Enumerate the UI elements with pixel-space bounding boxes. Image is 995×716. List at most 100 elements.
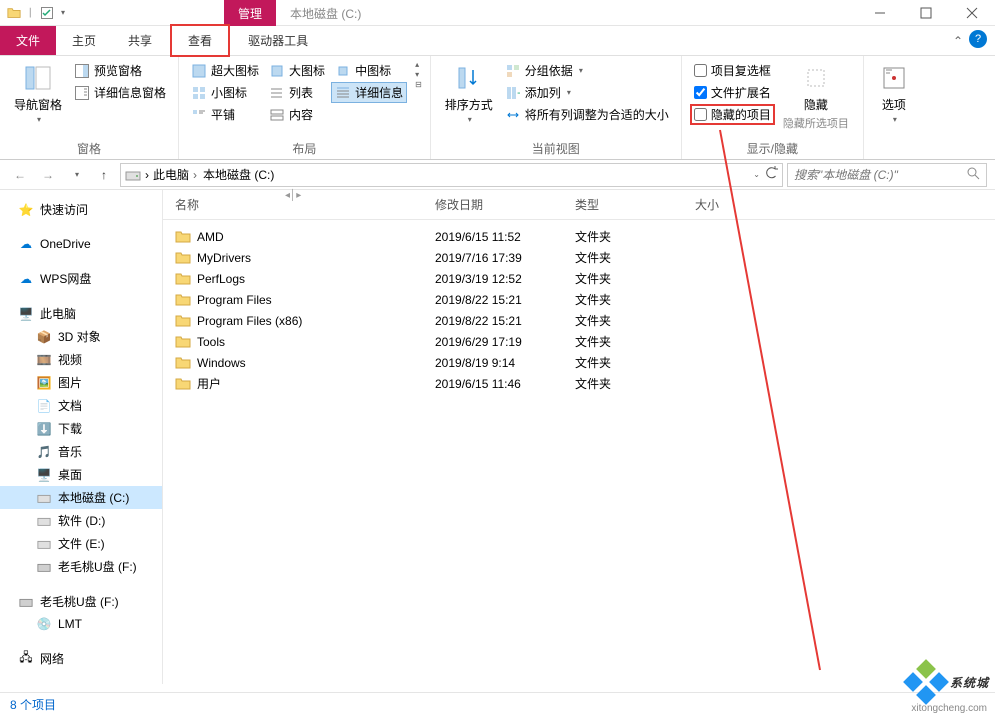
tab-file[interactable]: 文件 (0, 26, 56, 55)
item-checkboxes-toggle[interactable]: 项目复选框 (690, 60, 775, 81)
nav-3d-objects[interactable]: 📦3D 对象 (0, 325, 162, 348)
scroll-up-icon[interactable]: ▴ (415, 60, 422, 69)
nav-drive-c[interactable]: 本地磁盘 (C:) (0, 486, 162, 509)
search-input[interactable] (794, 168, 966, 182)
table-row[interactable]: Tools2019/6/29 17:19文件夹 (163, 331, 995, 352)
group-by-button[interactable]: 分组依据▾ (501, 60, 673, 81)
col-header-size[interactable]: 大小 (695, 196, 983, 213)
documents-icon: 📄 (36, 398, 52, 414)
checkbox-icon[interactable] (39, 5, 55, 21)
layout-details[interactable]: 详细信息 (331, 82, 407, 103)
breadcrumb-pc[interactable]: 此电脑› (153, 166, 199, 183)
table-row[interactable]: 用户2019/6/15 11:46文件夹 (163, 373, 995, 394)
qat-customize-icon[interactable]: ▾ (61, 8, 65, 17)
nav-network[interactable]: 🖧网络 (0, 647, 162, 670)
maximize-button[interactable] (903, 0, 949, 26)
sort-by-button[interactable]: 排序方式 ▾ (439, 60, 499, 126)
forward-button[interactable]: → (36, 163, 60, 187)
file-extensions-toggle[interactable]: 文件扩展名 (690, 82, 775, 103)
help-button[interactable]: ? (969, 30, 987, 48)
up-button[interactable]: ↑ (92, 163, 116, 187)
collapse-ribbon-icon[interactable]: ⌃ (953, 34, 963, 48)
nav-lmt[interactable]: 💿LMT (0, 613, 162, 635)
expand-icon[interactable]: ⊟ (415, 80, 422, 89)
nav-downloads[interactable]: ⬇️下载 (0, 417, 162, 440)
search-icon[interactable] (966, 166, 980, 183)
address-dropdown-icon[interactable]: ⌄ (753, 170, 760, 179)
size-columns-button[interactable]: 将所有列调整为合适的大小 (501, 104, 673, 125)
table-row[interactable]: PerfLogs2019/3/19 12:52文件夹 (163, 268, 995, 289)
nav-onedrive[interactable]: ☁OneDrive (0, 233, 162, 255)
nav-drive-f[interactable]: 老毛桃U盘 (F:) (0, 555, 162, 578)
search-box[interactable] (787, 163, 987, 187)
resize-icon (505, 107, 521, 123)
table-row[interactable]: Program Files2019/8/22 15:21文件夹 (163, 289, 995, 310)
content-icon (269, 107, 285, 123)
close-button[interactable] (949, 0, 995, 26)
layout-xl-icons[interactable]: 超大图标 (187, 60, 263, 81)
col-header-date[interactable]: 修改日期 (435, 196, 575, 213)
hide-selected-button[interactable]: 隐藏 隐藏所选项目 (777, 60, 855, 133)
chevron-down-icon[interactable]: │ (28, 8, 33, 17)
splitter-handle-icon[interactable]: ◂│▸ (285, 190, 301, 201)
table-row[interactable]: Program Files (x86)2019/8/22 15:21文件夹 (163, 310, 995, 331)
tab-view[interactable]: 查看 (170, 24, 230, 57)
options-button[interactable]: 选项 ▾ (872, 60, 916, 126)
group-label-show-hide: 显示/隐藏 (690, 138, 855, 157)
add-columns-button[interactable]: +添加列▾ (501, 82, 673, 103)
nav-pane-button[interactable]: 导航窗格 ▾ (8, 60, 68, 126)
minimize-button[interactable] (857, 0, 903, 26)
disc-icon: 💿 (36, 616, 52, 632)
table-row[interactable]: Windows2019/8/19 9:14文件夹 (163, 352, 995, 373)
tab-drive-tools[interactable]: 驱动器工具 (232, 26, 324, 55)
nav-drive-f2[interactable]: 老毛桃U盘 (F:) (0, 590, 162, 613)
nav-drive-d[interactable]: 软件 (D:) (0, 509, 162, 532)
nav-drive-e[interactable]: 文件 (E:) (0, 532, 162, 555)
tiles-icon (191, 107, 207, 123)
preview-pane-icon (74, 63, 90, 79)
scroll-down-icon[interactable]: ▾ (415, 70, 422, 79)
file-date: 2019/6/15 11:46 (435, 377, 575, 391)
tab-home[interactable]: 主页 (56, 26, 112, 55)
nav-videos[interactable]: 🎞️视频 (0, 348, 162, 371)
table-row[interactable]: MyDrivers2019/7/16 17:39文件夹 (163, 247, 995, 268)
nav-pane-icon (22, 62, 54, 94)
usb-icon (18, 594, 34, 610)
details-pane-button[interactable]: 详细信息窗格 (70, 82, 170, 103)
breadcrumb-drive[interactable]: 本地磁盘 (C:) (203, 166, 274, 183)
file-type: 文件夹 (575, 333, 695, 350)
hidden-items-toggle[interactable]: 隐藏的项目 (690, 104, 775, 125)
chevron-right-icon[interactable]: › (145, 168, 149, 182)
refresh-button[interactable] (764, 166, 778, 183)
col-header-name[interactable]: 名称 (175, 196, 435, 213)
nav-documents[interactable]: 📄文档 (0, 394, 162, 417)
nav-wps[interactable]: ☁WPS网盘 (0, 267, 162, 290)
nav-this-pc[interactable]: 🖥️此电脑 (0, 302, 162, 325)
layout-tiles[interactable]: 平铺 (187, 104, 263, 125)
folder-icon (175, 250, 191, 266)
usb-icon (36, 559, 52, 575)
nav-quick-access[interactable]: ⭐快速访问 (0, 198, 162, 221)
nav-music[interactable]: 🎵音乐 (0, 440, 162, 463)
layout-m-icons[interactable]: 中图标 (331, 60, 407, 81)
folder-icon[interactable] (6, 5, 22, 21)
file-date: 2019/8/19 9:14 (435, 356, 575, 370)
breadcrumb-bar[interactable]: › 此电脑› 本地磁盘 (C:) ⌄ (120, 163, 783, 187)
col-header-type[interactable]: 类型 (575, 196, 695, 213)
table-row[interactable]: AMD2019/6/15 11:52文件夹 (163, 226, 995, 247)
nav-desktop[interactable]: 🖥️桌面 (0, 463, 162, 486)
back-button[interactable]: ← (8, 163, 32, 187)
file-name: AMD (197, 230, 224, 244)
history-button[interactable]: ▾ (64, 163, 88, 187)
logo-icon (906, 662, 946, 702)
tab-share[interactable]: 共享 (112, 26, 168, 55)
ribbon: 导航窗格 ▾ 预览窗格 详细信息窗格 窗格 超大图标 小图标 平铺 大图标 列表… (0, 56, 995, 160)
context-tab-manage[interactable]: 管理 (224, 0, 276, 26)
layout-s-icons[interactable]: 小图标 (187, 82, 263, 103)
layout-content[interactable]: 内容 (265, 104, 329, 125)
chevron-right-icon[interactable]: › (191, 168, 199, 182)
nav-pictures[interactable]: 🖼️图片 (0, 371, 162, 394)
layout-l-icons[interactable]: 大图标 (265, 60, 329, 81)
layout-list[interactable]: 列表 (265, 82, 329, 103)
preview-pane-button[interactable]: 预览窗格 (70, 60, 170, 81)
